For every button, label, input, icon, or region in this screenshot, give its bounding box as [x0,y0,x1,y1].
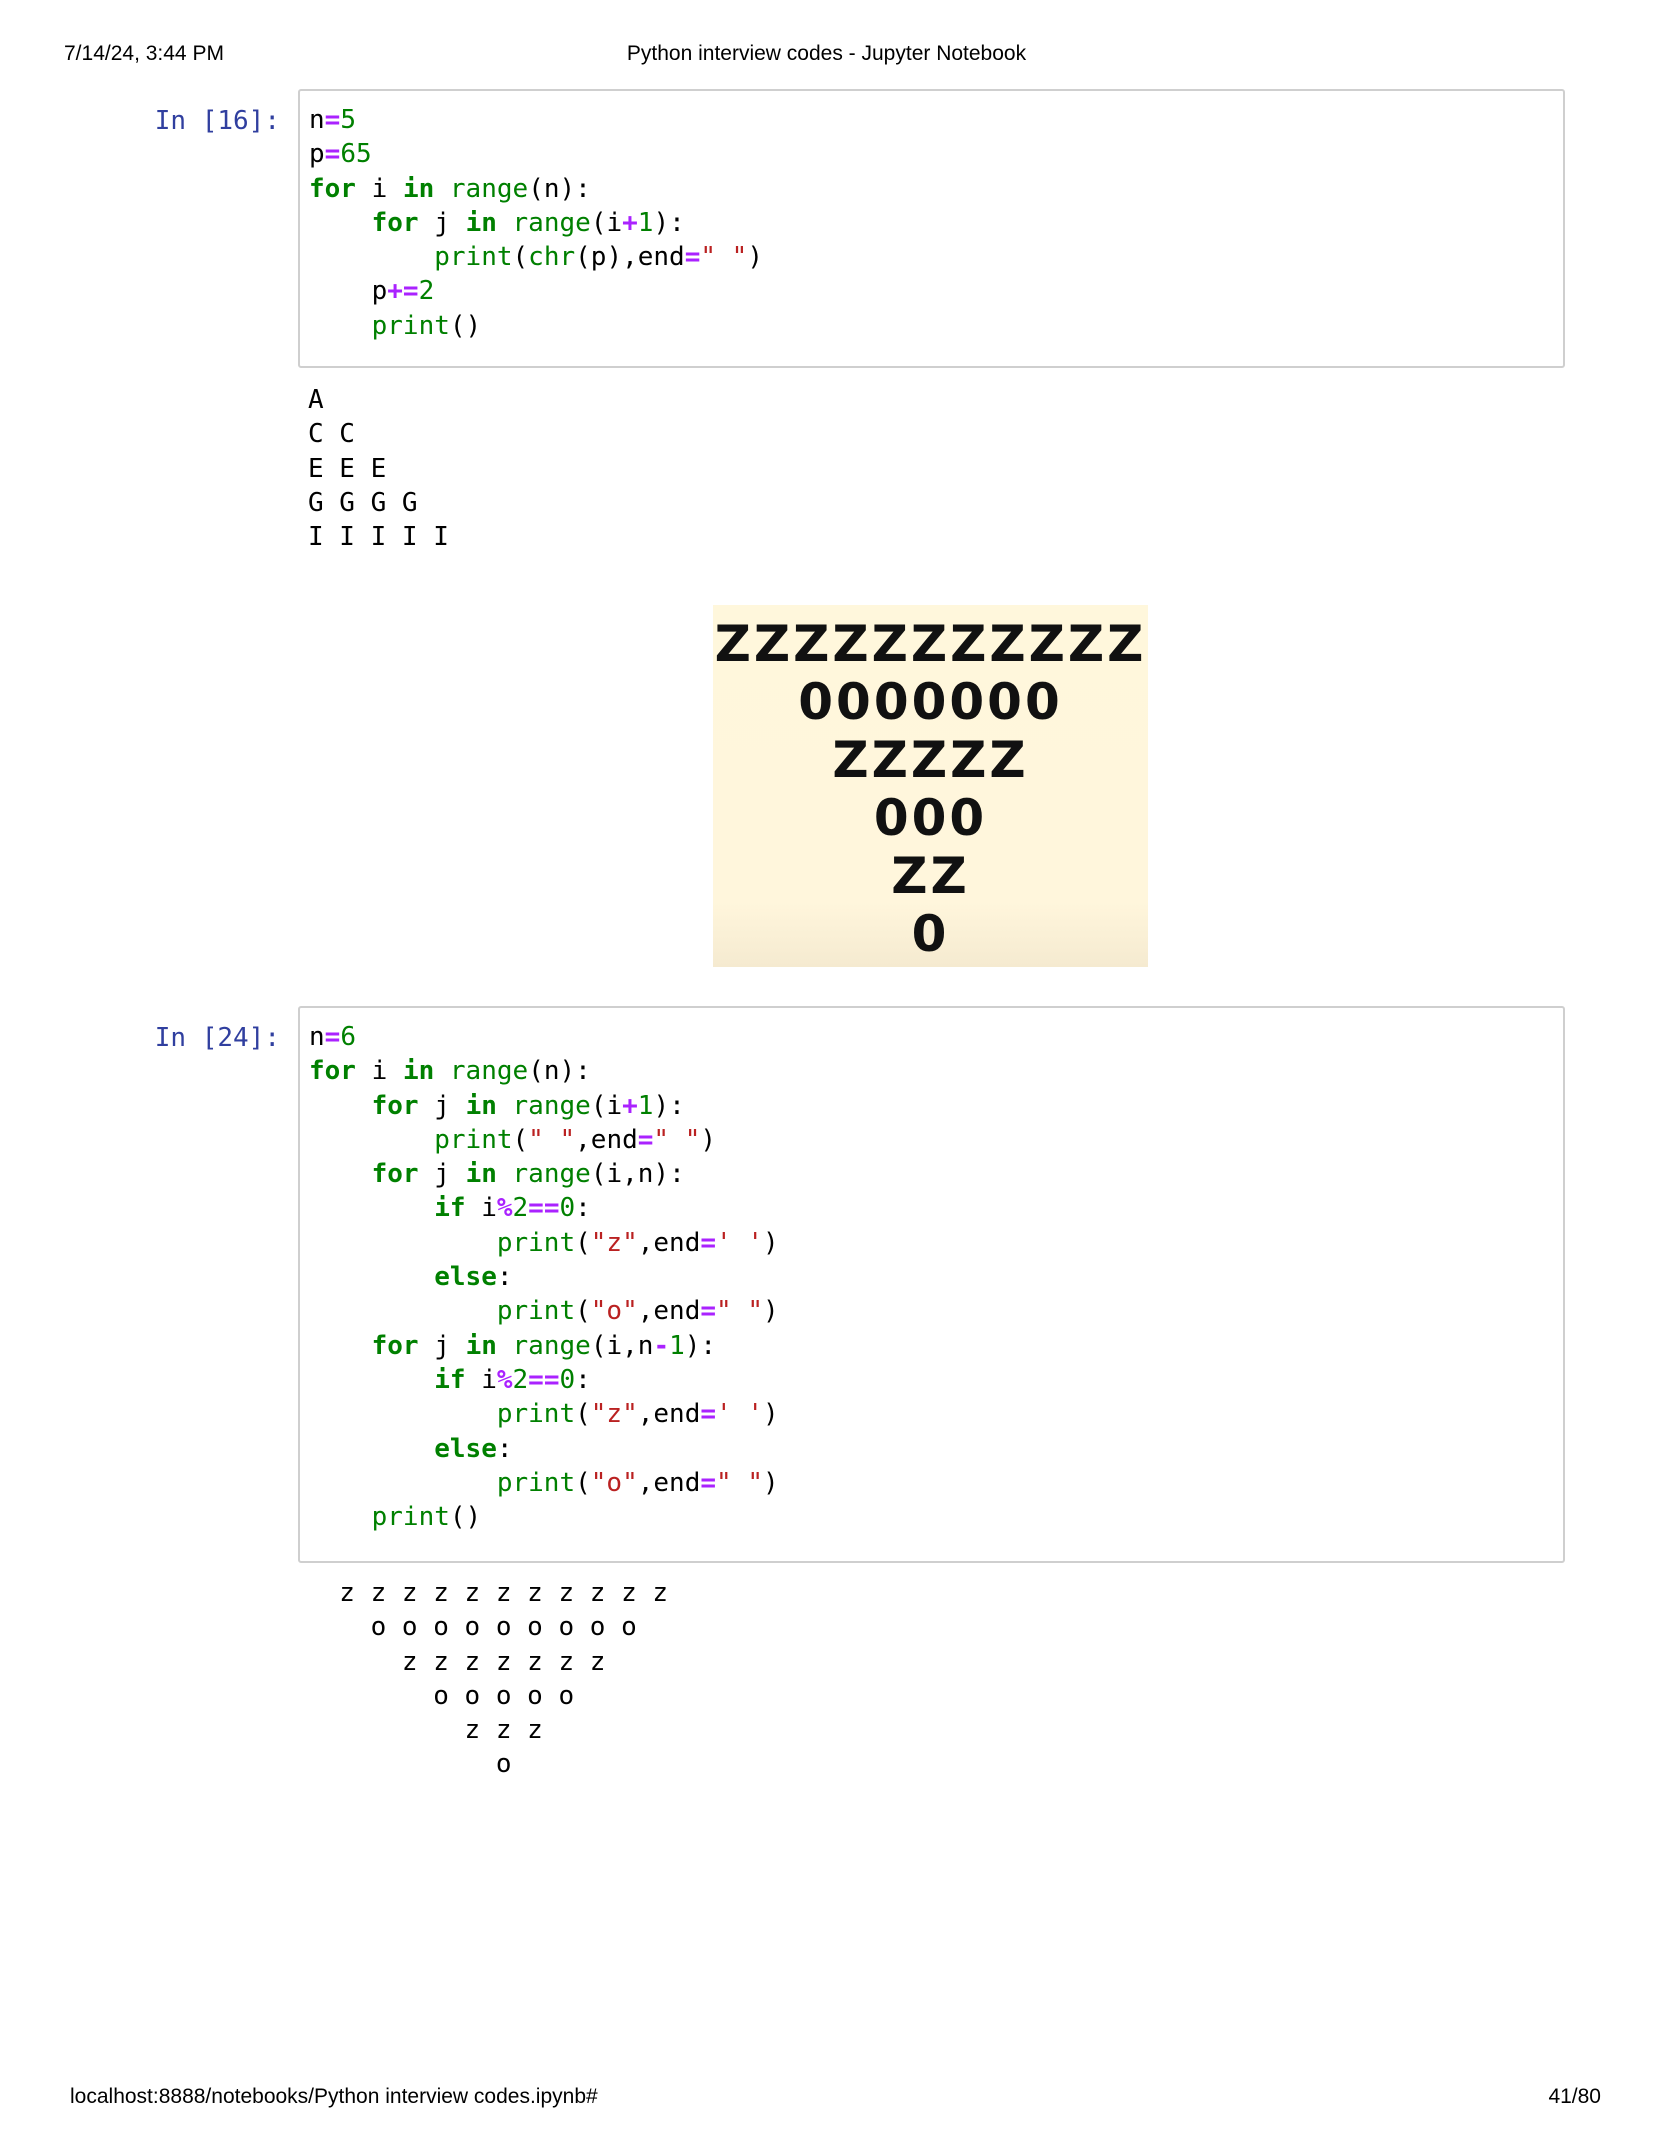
code-cell[interactable]: n=6 for i in range(n): for j in range(i+… [298,1006,1565,1563]
page-number: 41/80 [1548,2085,1601,2108]
code-cell[interactable]: n=5 p=65 for i in range(n): for j in ran… [298,89,1565,368]
pattern-row: ZZ [891,847,970,905]
cell-output: A C C E E E G G G G I I I I I [308,385,449,553]
pattern-row: 0 [911,905,950,963]
pattern-row: ZZZZZZZZZZZ [714,615,1147,673]
cell-prompt: In [24]: [154,1023,280,1053]
page-url: localhost:8888/notebooks/Python intervie… [70,2085,598,2108]
page-title: Python interview codes - Jupyter Noteboo… [626,42,1027,65]
pattern-row: 0000000 [798,673,1063,731]
code-input[interactable]: n=5 p=65 for i in range(n): for j in ran… [300,91,1563,355]
pattern-row: 000 [873,789,988,847]
pattern-row: ZZZZZ [832,731,1029,789]
cell-prompt: In [16]: [154,106,280,136]
code-input[interactable]: n=6 for i in range(n): for j in range(i+… [300,1008,1563,1546]
pattern-image: ZZZZZZZZZZZ 0000000 ZZZZZ 000 ZZ 0 [713,605,1148,967]
cell-output: z z z z z z z z z z z o o o o o o o o o … [339,1578,669,1780]
